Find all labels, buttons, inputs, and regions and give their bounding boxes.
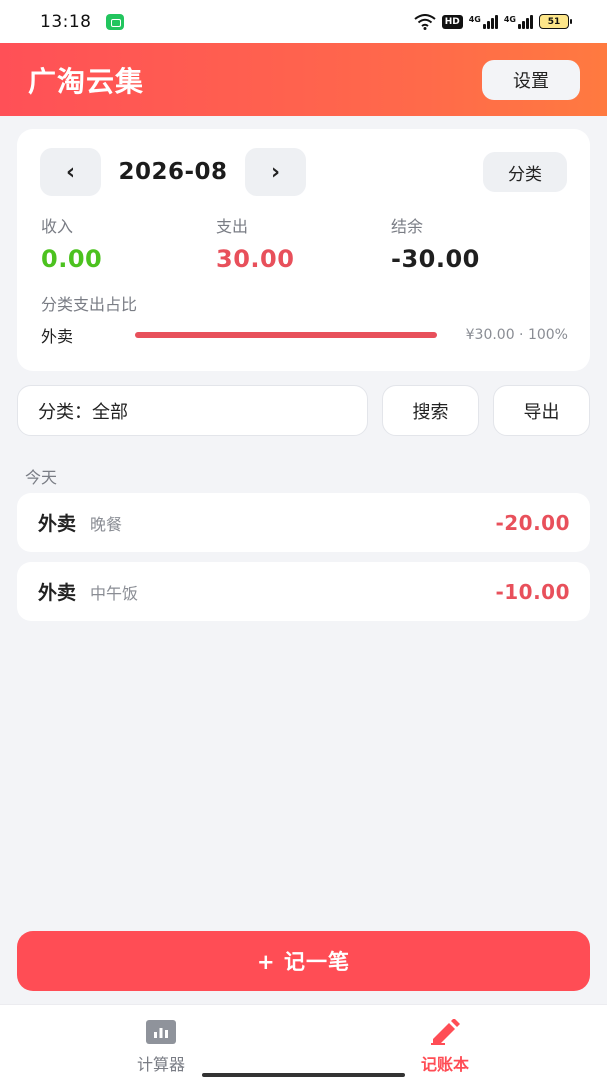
balance-label: 结余	[391, 217, 424, 236]
battery-icon: 51	[539, 14, 572, 29]
ratio-bar-track	[135, 332, 437, 338]
nav-calculator-label: 计算器	[136, 1055, 185, 1074]
settings-button[interactable]: 设置	[482, 59, 580, 100]
record-category: 外卖	[38, 513, 77, 535]
record-amount: -20.00	[495, 510, 570, 535]
wifi-icon	[414, 13, 436, 30]
ratio-amount-percent: ¥30.00 · 100%	[465, 327, 568, 343]
ratio-category-name: 外卖	[41, 327, 74, 346]
category-filter-select[interactable]: 分类：全部	[17, 385, 368, 436]
chevron-left-icon: ‹	[65, 159, 76, 185]
notification-app-icon	[105, 13, 124, 30]
record-category: 外卖	[38, 582, 77, 604]
home-indicator	[202, 1073, 405, 1077]
network-type-label: 4G	[503, 14, 516, 24]
add-record-button[interactable]: + 记一笔	[17, 931, 590, 991]
day-group-label: 今天	[25, 468, 58, 487]
status-time: 13:18	[40, 11, 92, 32]
expense-stat: 支出 30.00	[216, 213, 391, 273]
status-bar: 13:18 HD 4G 4G 51	[0, 0, 607, 43]
income-value: 0.00	[41, 245, 103, 273]
month-selector: ‹ 2026-08 › 分类	[40, 148, 567, 196]
network-type-label: 4G	[468, 14, 481, 24]
nav-calculator[interactable]: 计算器	[86, 1005, 236, 1080]
current-month: 2026-08	[118, 159, 228, 185]
bottom-nav: 计算器 记账本	[0, 1004, 607, 1080]
expense-value: 30.00	[216, 245, 295, 273]
income-label: 收入	[41, 217, 74, 236]
signal-strength-icon: 4G	[503, 14, 533, 29]
record-note: 晚餐	[90, 514, 123, 534]
category-button[interactable]: 分类	[483, 152, 567, 192]
status-indicators: HD 4G 4G 51	[414, 13, 572, 30]
next-month-button[interactable]: ›	[245, 148, 306, 196]
search-button[interactable]: 搜索	[382, 385, 479, 436]
app-title: 广淘云集	[28, 64, 145, 98]
record-amount: -10.00	[495, 579, 570, 604]
ratio-bar-fill	[135, 332, 437, 338]
category-ratio-title: 分类支出占比	[41, 295, 138, 314]
signal-strength-icon: 4G	[468, 14, 498, 29]
record-item[interactable]: 外卖 中午饭 -10.00	[17, 562, 590, 621]
pencil-icon	[429, 1019, 461, 1045]
hd-voice-badge: HD	[441, 14, 463, 29]
nav-ledger-label: 记账本	[420, 1055, 469, 1074]
record-item[interactable]: 外卖 晚餐 -20.00	[17, 493, 590, 552]
balance-value: -30.00	[391, 245, 480, 273]
category-ratio-row: 外卖 ¥30.00 · 100%	[41, 323, 568, 347]
chevron-right-icon: ›	[270, 159, 281, 185]
export-button[interactable]: 导出	[493, 385, 590, 436]
calculator-icon	[145, 1019, 177, 1045]
prev-month-button[interactable]: ‹	[40, 148, 101, 196]
income-stat: 收入 0.00	[41, 213, 216, 273]
summary-card: ‹ 2026-08 › 分类 收入 0.00 支出 30.00 结余 -30.0…	[17, 129, 590, 371]
filter-row: 分类：全部 搜索 导出	[17, 385, 590, 436]
app-header: 广淘云集 设置	[0, 43, 607, 116]
balance-stat: 结余 -30.00	[391, 213, 566, 273]
expense-label: 支出	[216, 217, 249, 236]
nav-ledger[interactable]: 记账本	[370, 1005, 520, 1080]
stats-row: 收入 0.00 支出 30.00 结余 -30.00	[41, 213, 570, 273]
record-note: 中午饭	[90, 583, 139, 603]
